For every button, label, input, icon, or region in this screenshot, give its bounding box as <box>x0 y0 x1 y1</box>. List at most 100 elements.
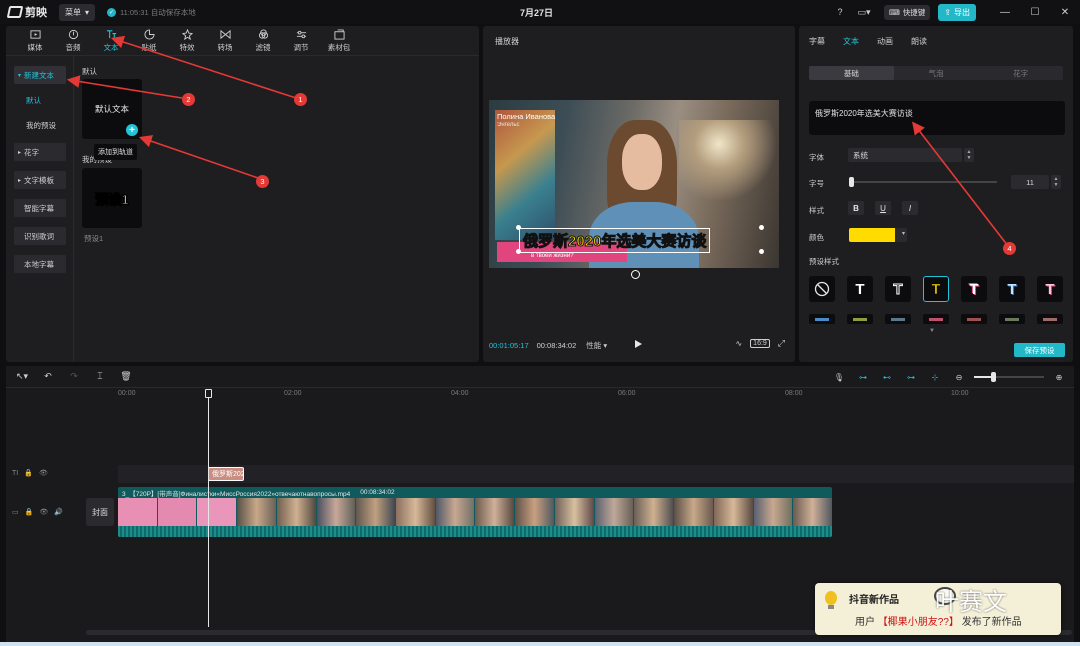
subtab-basic[interactable]: 基础 <box>809 66 894 80</box>
cover-button[interactable]: 封面 <box>86 498 114 526</box>
link-icon[interactable]: ⊷ <box>878 368 896 386</box>
select-tool-icon[interactable]: ↖▾ <box>12 368 32 386</box>
preset-none[interactable] <box>809 276 835 302</box>
preset-white[interactable]: T <box>847 276 873 302</box>
bold-button[interactable]: B <box>848 201 864 215</box>
video-preview[interactable]: Полина Иванова Энгельс в твоей жизни? 俄罗… <box>489 100 779 268</box>
fullscreen-icon[interactable]: ⤢ <box>778 338 785 349</box>
save-preset-button[interactable]: 保存预设 <box>1014 343 1065 357</box>
playhead-handle[interactable] <box>205 389 212 398</box>
preset-tile-label: 预设1 <box>95 191 129 207</box>
undo-icon[interactable]: ↶ <box>38 368 58 386</box>
video-clip[interactable]: 3_【720P】[带声音]Финалистки«МиссРоссия2022»о… <box>118 487 832 537</box>
sidebar-item-recognize-lyrics[interactable]: 识别歌词 <box>14 227 66 245</box>
sidebar-item-new-text[interactable]: ▾ 新建文本 <box>14 66 66 84</box>
size-stepper[interactable]: ▲ ▼ <box>1051 175 1061 189</box>
preset-blue[interactable]: T <box>999 276 1025 302</box>
sidebar-item-default[interactable]: 默认 <box>14 91 66 109</box>
help-icon[interactable]: ? <box>831 3 849 21</box>
tab-animation[interactable]: 动画 <box>877 36 893 47</box>
linkage-icon[interactable]: ⊹ <box>926 368 944 386</box>
lock-icon[interactable]: 🔒 <box>24 469 33 477</box>
preset-pink-outline[interactable]: T <box>961 276 987 302</box>
preset-pink[interactable]: T <box>1037 276 1063 302</box>
microphone-icon[interactable]: 🎙 <box>830 368 848 386</box>
snap-icon[interactable]: ⊶ <box>854 368 872 386</box>
tab-package[interactable]: 素材包 <box>320 26 358 55</box>
tab-effects[interactable]: 特效 <box>168 26 206 55</box>
slider-knob[interactable] <box>849 177 854 187</box>
play-icon[interactable] <box>635 340 642 348</box>
color-picker[interactable]: ▾ <box>849 228 907 242</box>
resize-handle[interactable] <box>516 225 521 230</box>
zoom-out-icon[interactable]: ⊖ <box>950 368 968 386</box>
playhead[interactable] <box>205 389 212 627</box>
size-slider[interactable] <box>849 177 997 187</box>
preset-outline[interactable]: T <box>885 276 911 302</box>
tab-audio[interactable]: 音频 <box>54 26 92 55</box>
layout-icon[interactable]: ▭▾ <box>855 3 873 21</box>
preset-more[interactable] <box>923 314 949 324</box>
preset-yellow[interactable]: T <box>923 276 949 302</box>
zoom-in-icon[interactable]: ⊕ <box>1050 368 1068 386</box>
tab-filter[interactable]: 滤镜 <box>244 26 282 55</box>
preset-more[interactable] <box>847 314 873 324</box>
size-input[interactable]: 11 <box>1011 175 1049 189</box>
minimize-icon[interactable]: — <box>990 7 1020 18</box>
add-to-track-button[interactable]: + <box>126 124 138 136</box>
subtab-bubble[interactable]: 气泡 <box>894 66 979 80</box>
performance-dropdown[interactable]: 性能 ▾ <box>586 340 607 351</box>
time-ruler[interactable]: 00:00 02:00 04:00 06:00 08:00 10:00 <box>118 388 1074 398</box>
tab-read-aloud[interactable]: 朗读 <box>911 36 927 47</box>
expand-icon[interactable]: ▼ <box>929 328 935 334</box>
tab-text[interactable]: 文本 <box>92 26 130 55</box>
tab-text-props[interactable]: 文本 <box>843 36 859 47</box>
subtab-flower[interactable]: 花字 <box>978 66 1063 80</box>
eye-icon[interactable]: 👁 <box>39 469 48 477</box>
text-caption-box[interactable]: 俄罗斯2020年选美大赛访谈 <box>519 228 711 253</box>
preset-more[interactable] <box>999 314 1025 324</box>
shortcut-button[interactable]: ⌨ 快捷键 <box>883 4 931 20</box>
zoom-slider[interactable] <box>974 372 1044 382</box>
sidebar-item-text-template[interactable]: ▸ 文字模板 <box>14 171 66 189</box>
font-stepper[interactable]: ▲ ▼ <box>964 148 974 162</box>
resize-handle[interactable] <box>516 249 521 254</box>
text-content-input[interactable]: 俄罗斯2020年选美大赛访谈 <box>809 101 1065 135</box>
preview-axis-icon[interactable]: ⊶ <box>902 368 920 386</box>
close-icon[interactable]: ✕ <box>1050 7 1080 18</box>
redo-icon[interactable]: ↷ <box>64 368 84 386</box>
split-icon[interactable]: ⌶ <box>90 368 110 386</box>
tab-caption[interactable]: 字幕 <box>809 36 825 47</box>
maximize-icon[interactable]: ☐ <box>1020 7 1050 18</box>
aspect-ratio-button[interactable]: 16:9 <box>750 339 770 348</box>
tab-adjust[interactable]: 调节 <box>282 26 320 55</box>
waveform-icon[interactable]: ∿ <box>735 339 742 348</box>
text-clip[interactable]: 俄罗斯2020年选美大赛访谈 <box>208 467 244 481</box>
preset-more[interactable] <box>885 314 911 324</box>
rotate-handle-icon[interactable] <box>631 270 640 279</box>
tab-sticker[interactable]: 贴纸 <box>130 26 168 55</box>
volume-icon[interactable]: 🔊 <box>54 508 63 516</box>
tab-media[interactable]: 媒体 <box>16 26 54 55</box>
preset-more[interactable] <box>1037 314 1063 324</box>
underline-button[interactable]: U <box>875 201 891 215</box>
sidebar-item-flower-text[interactable]: ▸ 花字 <box>14 143 66 161</box>
delete-icon[interactable]: 🗑 <box>116 368 136 386</box>
tab-transition[interactable]: 转场 <box>206 26 244 55</box>
export-button[interactable]: ⇪ 导出 <box>938 3 976 21</box>
font-select[interactable]: 系统 <box>848 148 962 162</box>
lock-icon[interactable]: 🔒 <box>25 508 34 516</box>
preset-more[interactable] <box>961 314 987 324</box>
sidebar-item-smart-caption[interactable]: 智能字幕 <box>14 199 66 217</box>
sidebar-item-local-caption[interactable]: 本地字幕 <box>14 255 66 273</box>
zoom-knob[interactable] <box>991 372 996 382</box>
preset-tile[interactable]: 预设1 <box>82 168 142 228</box>
eye-icon[interactable]: 👁 <box>39 508 48 516</box>
menu-button[interactable]: 菜单 ▾ <box>59 3 96 21</box>
resize-handle[interactable] <box>759 249 764 254</box>
sidebar-item-my-presets[interactable]: 我的预设 <box>14 116 66 134</box>
text-track[interactable]: 俄罗斯2020年选美大赛访谈 <box>118 465 1074 483</box>
resize-handle[interactable] <box>759 225 764 230</box>
italic-button[interactable]: I <box>902 201 918 215</box>
preset-more[interactable] <box>809 314 835 324</box>
